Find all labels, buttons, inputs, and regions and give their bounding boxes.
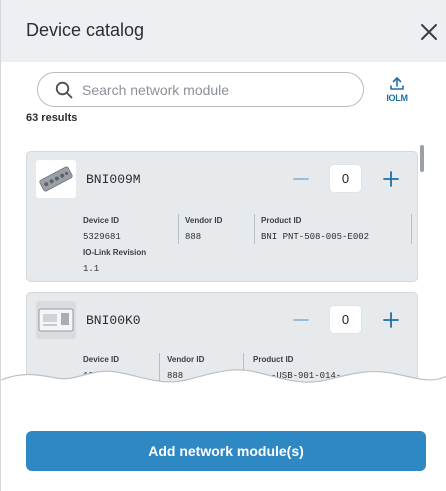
increase-quantity-button[interactable]	[382, 311, 400, 329]
device-id-label: Device ID	[83, 216, 120, 225]
module-thumbnail	[36, 301, 76, 339]
field-divider	[411, 214, 412, 244]
product-id-label: Product ID	[261, 216, 302, 225]
torn-edge	[1, 369, 446, 412]
module-thumbnail	[36, 160, 76, 198]
module-name: BNI009M	[86, 172, 141, 187]
search-input[interactable]	[82, 73, 352, 106]
vendor-id-cell: Vendor ID 888	[185, 216, 222, 242]
device-id-value: 5329681	[83, 232, 121, 242]
device-id-cell: Device ID 5329681	[83, 216, 121, 242]
search-box	[37, 72, 364, 107]
vendor-id-label: Vendor ID	[185, 216, 223, 225]
product-id-value: BNI PNT-508-005-E002	[261, 232, 370, 242]
dialog-header: Device catalog	[1, 0, 446, 62]
field-divider	[178, 214, 179, 244]
field-divider	[254, 214, 255, 244]
iolink-revision-label: IO-Link Revision	[83, 248, 147, 257]
search-icon	[55, 81, 73, 99]
upload-icon	[390, 77, 404, 90]
increase-quantity-button[interactable]	[382, 170, 400, 188]
module-name: BNI00K0	[86, 313, 141, 328]
quantity-input[interactable]: 0	[329, 305, 362, 334]
decrease-quantity-button[interactable]	[292, 311, 310, 329]
results-count: 63 results	[26, 112, 78, 124]
scrollbar-thumb[interactable]	[420, 145, 424, 172]
product-id-cell: Product ID BNI PNT-508-005-E002	[261, 216, 369, 242]
close-icon[interactable]	[419, 22, 439, 42]
import-iolm-button[interactable]: IOLM	[384, 76, 410, 104]
iolink-revision-value: 1.1	[83, 264, 100, 274]
iolink-revision-cell: IO-Link Revision 1.1	[83, 248, 146, 274]
device-catalog-dialog: Device catalog IOLM 63 results	[0, 0, 446, 491]
quantity-input[interactable]: 0	[329, 164, 362, 193]
add-network-module-button[interactable]: Add network module(s)	[26, 431, 426, 471]
module-card: BNI009M 0 Device ID 5329681 Vendor ID 88…	[26, 151, 418, 282]
dialog-title: Device catalog	[26, 20, 145, 40]
import-iolm-label: IOLM	[386, 93, 408, 103]
decrease-quantity-button[interactable]	[292, 170, 310, 188]
vendor-id-value: 888	[185, 232, 202, 242]
